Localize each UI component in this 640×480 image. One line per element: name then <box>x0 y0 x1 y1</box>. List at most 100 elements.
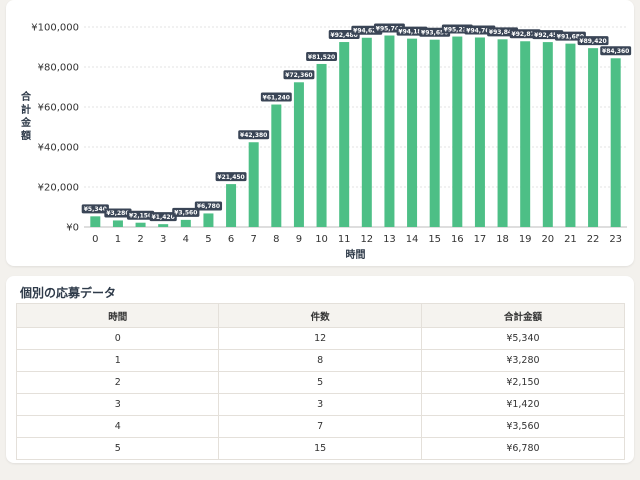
data-label: ¥2,150 <box>129 213 152 220</box>
cell-hour: 0 <box>15 327 220 350</box>
table-row: 3 3 ¥1,420 <box>15 393 626 416</box>
x-tick-label: 19 <box>519 234 532 245</box>
bar <box>135 222 146 227</box>
bar <box>429 39 440 228</box>
cell-total: ¥5,340 <box>420 327 626 350</box>
cell-total: ¥3,560 <box>420 415 626 438</box>
x-tick-label: 13 <box>383 234 396 245</box>
cell-total: ¥3,280 <box>420 349 626 372</box>
y-tick-label: ¥0 <box>66 223 79 234</box>
cell-hour: 5 <box>15 437 220 460</box>
bar <box>542 42 553 227</box>
bar <box>226 184 237 227</box>
x-tick-label: 1 <box>115 234 121 245</box>
data-label: ¥21,450 <box>217 174 244 181</box>
bar <box>90 216 101 227</box>
bar <box>474 37 485 228</box>
x-tick-label: 21 <box>564 234 577 245</box>
data-label: ¥89,420 <box>579 38 606 45</box>
bar <box>565 43 576 227</box>
header-total: 合計金額 <box>420 303 626 328</box>
cell-hour: 3 <box>15 393 220 416</box>
y-tick-label: ¥40,000 <box>38 143 79 154</box>
x-tick-label: 23 <box>609 234 622 245</box>
table-row: 0 12 ¥5,340 <box>15 327 626 350</box>
data-label: ¥61,240 <box>263 94 290 101</box>
y-tick-label: ¥80,000 <box>38 63 79 74</box>
chart-card: ¥0 ¥20,000 ¥40,000 ¥60,000 ¥80,000 ¥100,000 合計… <box>6 0 634 266</box>
table-row: 1 8 ¥3,280 <box>15 349 626 372</box>
bar <box>497 39 508 227</box>
data-table: 時間 件数 合計金額 0 12 ¥5,340 1 8 ¥3,280 2 5 ¥2… <box>15 303 626 460</box>
data-label: ¥42,380 <box>240 132 267 139</box>
y-tick-label: ¥60,000 <box>38 103 79 114</box>
bar <box>361 37 372 228</box>
cell-total: ¥1,420 <box>420 393 626 416</box>
table-row: 4 7 ¥3,560 <box>15 415 626 438</box>
cell-total: ¥2,150 <box>420 371 626 394</box>
x-tick-label: 17 <box>474 234 487 245</box>
x-tick-label: 20 <box>541 234 554 245</box>
x-tick-label: 11 <box>338 234 351 245</box>
bar <box>407 38 418 227</box>
cell-total: ¥6,780 <box>420 437 626 460</box>
data-label: ¥5,340 <box>84 206 107 213</box>
bar <box>248 142 259 227</box>
bar <box>520 41 531 228</box>
bar <box>452 36 463 227</box>
cell-count: 5 <box>218 371 422 394</box>
cell-hour: 2 <box>15 371 220 394</box>
bar <box>588 48 599 227</box>
y-axis-label: 合計金額 <box>20 90 32 142</box>
bar <box>339 42 350 227</box>
x-tick-label: 16 <box>451 234 464 245</box>
x-tick-label: 2 <box>137 234 143 245</box>
bar <box>293 82 304 227</box>
table-header-row: 時間 件数 合計金額 <box>15 303 626 328</box>
table-card: 個別の応募データ 時間 件数 合計金額 0 12 ¥5,340 1 8 ¥3,2… <box>6 276 634 463</box>
cell-count: 3 <box>218 393 422 416</box>
bar <box>158 224 169 227</box>
x-tick-label: 5 <box>205 234 211 245</box>
table-row: 2 5 ¥2,150 <box>15 371 626 394</box>
x-axis-label: 時間 <box>346 248 366 261</box>
header-count: 件数 <box>218 303 422 328</box>
data-label: ¥84,360 <box>602 48 629 55</box>
bar <box>180 219 191 227</box>
x-tick-label: 22 <box>587 234 600 245</box>
y-tick-label: ¥20,000 <box>38 183 79 194</box>
x-tick-label: 7 <box>251 234 257 245</box>
header-hour: 時間 <box>15 303 220 328</box>
data-label: ¥3,280 <box>106 210 129 217</box>
data-label: ¥1,420 <box>152 214 175 221</box>
x-tick-label: 3 <box>160 234 166 245</box>
bar <box>384 35 395 227</box>
x-tick-label: 18 <box>496 234 509 245</box>
bar-chart: ¥0 ¥20,000 ¥40,000 ¥60,000 ¥80,000 ¥100,000 合計… <box>20 23 632 261</box>
cell-hour: 4 <box>15 415 220 438</box>
x-tick-label: 14 <box>406 234 419 245</box>
cell-count: 15 <box>218 437 422 460</box>
x-tick-label: 10 <box>315 234 328 245</box>
cell-hour: 1 <box>15 349 220 372</box>
x-tick-label: 0 <box>92 234 98 245</box>
x-tick-label: 15 <box>428 234 441 245</box>
data-label: ¥72,360 <box>285 72 312 79</box>
data-label: ¥81,520 <box>308 54 335 61</box>
bar <box>203 213 214 227</box>
data-label: ¥6,780 <box>197 203 220 210</box>
y-tick-label: ¥100,000 <box>31 23 79 34</box>
bar <box>112 220 123 227</box>
cell-count: 12 <box>218 327 422 350</box>
table-title: 個別の応募データ <box>20 286 117 300</box>
table-row: 5 15 ¥6,780 <box>15 437 626 460</box>
x-tick-label: 8 <box>273 234 279 245</box>
bar <box>271 104 282 227</box>
x-tick-label: 4 <box>183 234 189 245</box>
x-tick-label: 12 <box>360 234 373 245</box>
cell-count: 8 <box>218 349 422 372</box>
cell-count: 7 <box>218 415 422 438</box>
bar <box>610 58 621 227</box>
bar <box>316 63 327 228</box>
x-tick-label: 9 <box>296 234 302 245</box>
